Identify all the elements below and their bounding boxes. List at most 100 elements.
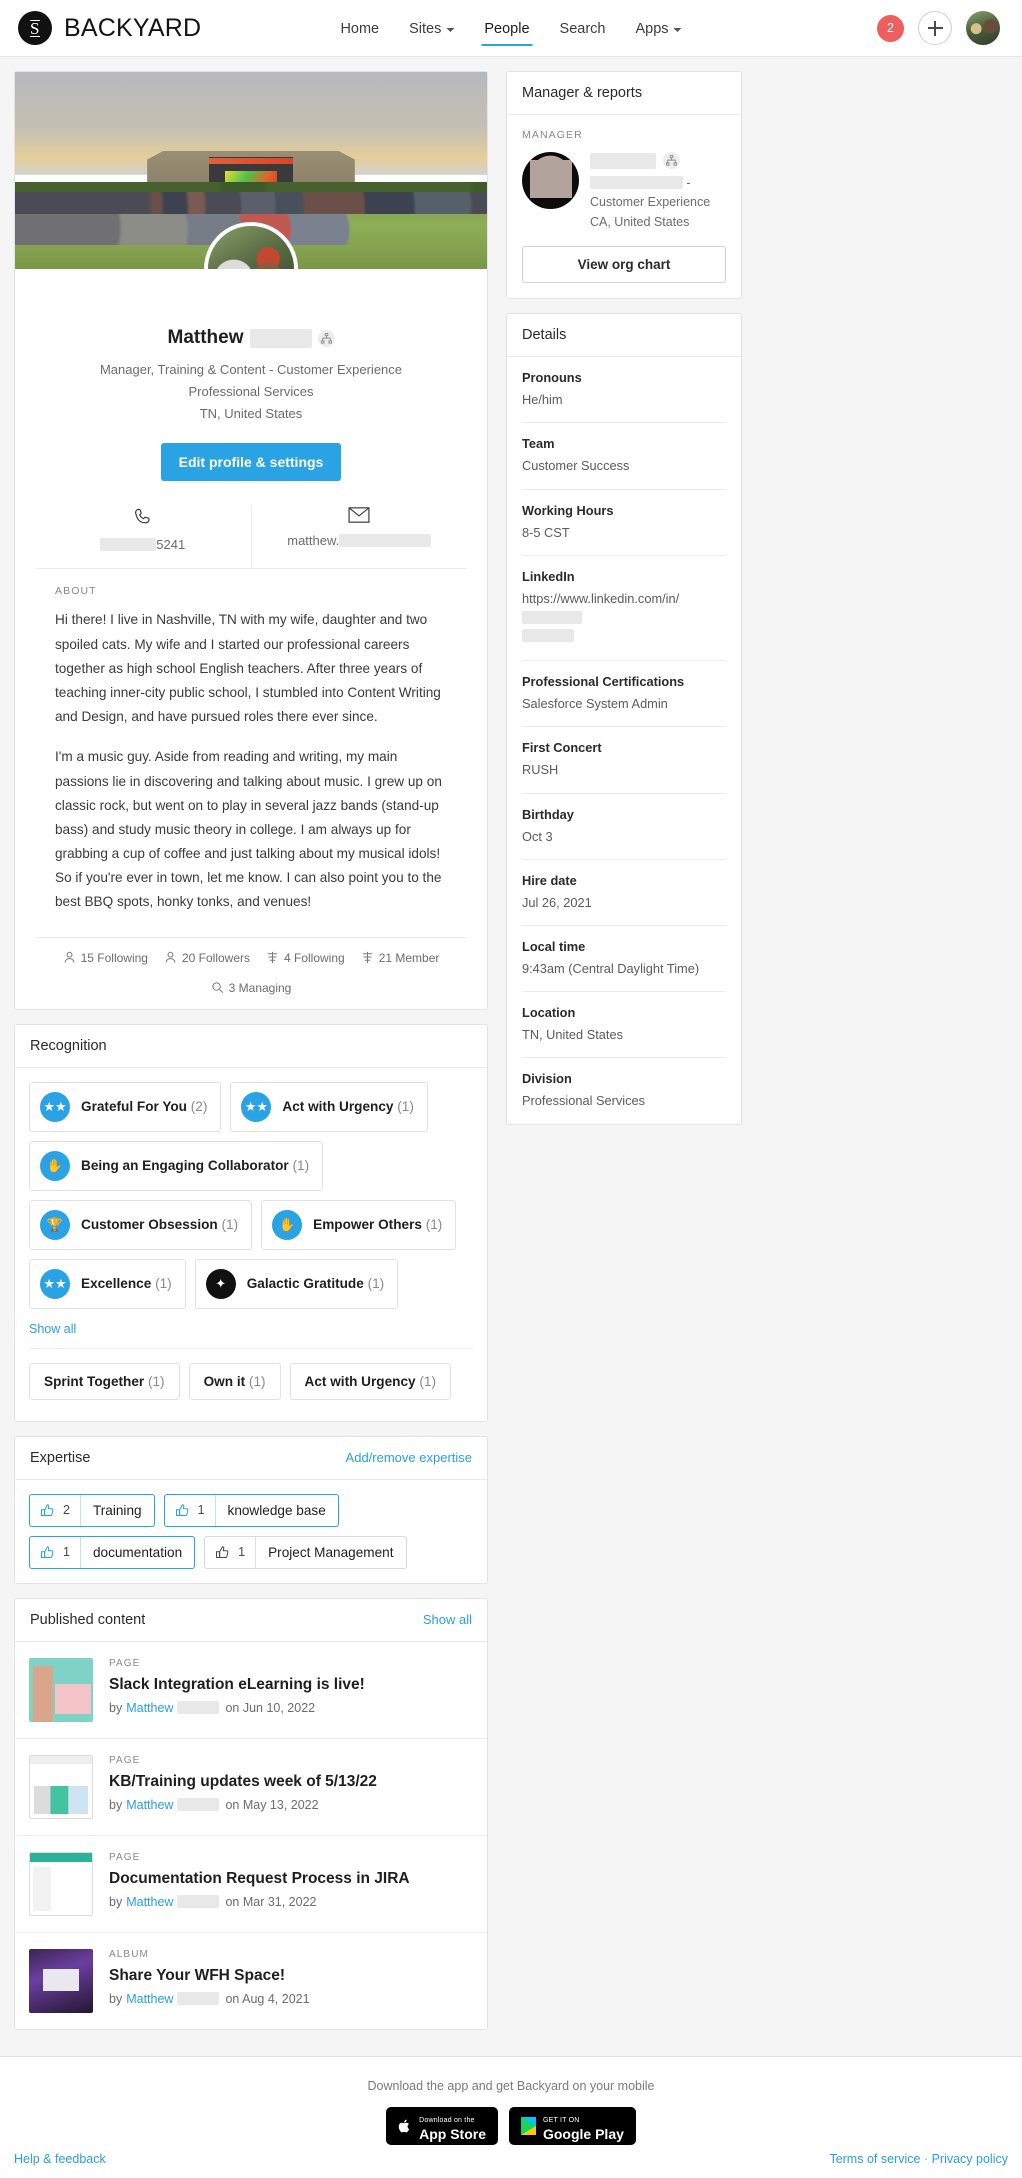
recognition-badge[interactable]: ★★ Grateful For You (2) [29, 1081, 222, 1132]
published-item[interactable]: PAGE Documentation Request Process in JI… [15, 1834, 487, 1932]
published-meta: PAGE KB/Training updates week of 5/13/22… [109, 1755, 473, 1812]
expertise-endorse-button[interactable]: 1 [165, 1494, 216, 1526]
person-icon [165, 951, 176, 963]
expertise-endorse-button[interactable]: 2 [30, 1494, 81, 1526]
trophy-icon: 🏆 [40, 1209, 70, 1240]
expertise-chip[interactable]: 1 knowledge base [163, 1493, 339, 1527]
org-chart-icon[interactable] [663, 152, 680, 169]
manager-info: - Customer Experience CA, United States [590, 152, 726, 232]
published-author-link[interactable]: Matthew [126, 1992, 173, 2006]
recognition-chip[interactable]: Sprint Together (1) [29, 1362, 180, 1400]
notification-badge[interactable]: 2 [877, 14, 904, 42]
published-author-link[interactable]: Matthew [126, 1895, 173, 1909]
view-org-chart-button[interactable]: View org chart [522, 246, 726, 284]
app-store-button[interactable]: Download on the App Store [386, 2106, 498, 2145]
details-list: Pronouns He/him Team Customer Success Wo… [507, 357, 741, 1123]
recognition-badge[interactable]: 🏆 Customer Obsession (1) [29, 1199, 253, 1250]
detail-value: TN, United States [522, 1027, 623, 1043]
expertise-endorse-button[interactable]: 1 [205, 1536, 257, 1568]
recognition-badge-label: Being an Engaging Collaborator (1) [81, 1158, 310, 1174]
stat-following-sites[interactable]: 4 Following [266, 951, 345, 965]
recognition-badge[interactable]: ✋ Empower Others (1) [261, 1199, 457, 1250]
recognition-divider [29, 1347, 473, 1349]
stat-label: 3 Managing [228, 980, 292, 995]
brand-logo[interactable]: S BACKYARD [18, 11, 201, 45]
apple-icon [398, 2118, 412, 2134]
privacy-policy-link[interactable]: Privacy policy [932, 2152, 1008, 2166]
nav-item-search[interactable]: Search [560, 0, 606, 56]
profile-avatar-image [208, 226, 294, 269]
published-kind: PAGE [109, 1657, 141, 1669]
stat-label: 4 Following [284, 950, 345, 965]
detail-key: Hire date [522, 872, 577, 888]
detail-key: Location [522, 1005, 576, 1021]
expertise-chip[interactable]: 1 Project Management [204, 1535, 407, 1569]
manager-name-redacted [590, 152, 656, 169]
help-feedback-link[interactable]: Help & feedback [14, 2152, 106, 2166]
published-author-link[interactable]: Matthew [126, 1798, 173, 1812]
published-kind: ALBUM [109, 1948, 149, 1960]
recognition-chip[interactable]: Own it (1) [188, 1362, 281, 1400]
phone-icon [132, 506, 154, 528]
manager-entry[interactable]: - Customer Experience CA, United States [522, 152, 726, 232]
published-show-all-link[interactable]: Show all [423, 1612, 472, 1627]
edit-profile-button[interactable]: Edit profile & settings [160, 443, 342, 482]
stat-managing[interactable]: 3 Managing [211, 980, 292, 995]
detail-row-first-concert: First Concert RUSH [522, 727, 726, 794]
nav-label-apps: Apps [635, 21, 669, 37]
manager-reports-body: MANAGER - Customer Experience CA, United… [507, 115, 741, 298]
nav-label-home: Home [340, 21, 380, 37]
org-chart-icon[interactable] [317, 329, 335, 347]
detail-value-linkedin[interactable]: https://www.linkedin.com/in/ [522, 589, 726, 648]
profile-department: Professional Services [188, 384, 314, 400]
published-item[interactable]: PAGE KB/Training updates week of 5/13/22… [15, 1737, 487, 1835]
detail-row-pronouns: Pronouns He/him [522, 357, 726, 424]
expertise-chip[interactable]: 1 documentation [29, 1535, 196, 1569]
detail-row-local-time: Local time 9:43am (Central Daylight Time… [522, 926, 726, 993]
nav-item-apps[interactable]: Apps [635, 0, 682, 56]
manager-avatar[interactable] [522, 152, 579, 209]
recognition-badge[interactable]: ✋ Being an Engaging Collaborator (1) [29, 1140, 324, 1191]
recognition-badge[interactable]: ✦ Galactic Gratitude (1) [194, 1258, 399, 1309]
add-remove-expertise-link[interactable]: Add/remove expertise [346, 1450, 472, 1465]
detail-value: Professional Services [522, 1093, 646, 1109]
nav-item-home[interactable]: Home [340, 0, 379, 56]
google-play-button[interactable]: GET IT ON Google Play [508, 2106, 636, 2145]
detail-value: Customer Success [522, 458, 630, 474]
stat-following-people[interactable]: 15 Following [63, 951, 148, 965]
published-byline: by Matthew on Mar 31, 2022 [109, 1894, 317, 1909]
recognition-chip[interactable]: Act with Urgency (1) [289, 1362, 451, 1400]
recognition-badge[interactable]: ★★ Act with Urgency (1) [230, 1081, 428, 1132]
published-item[interactable]: ALBUM Share Your WFH Space! by Matthew o… [15, 1931, 487, 2029]
terms-of-service-link[interactable]: Terms of service [829, 2152, 920, 2166]
detail-row-division: Division Professional Services [522, 1058, 726, 1123]
expertise-chip[interactable]: 2 Training [29, 1493, 155, 1527]
detail-key: Team [522, 436, 555, 452]
recognition-show-all-link[interactable]: Show all [29, 1322, 76, 1336]
phone-contact[interactable]: 5241 [35, 506, 251, 568]
phone-value: 5241 [100, 537, 185, 552]
stars-icon: ★★ [40, 1268, 70, 1299]
recognition-badge-label: Empower Others (1) [313, 1217, 443, 1233]
current-user-avatar[interactable] [966, 11, 1000, 45]
expertise-endorse-button[interactable]: 1 [30, 1536, 81, 1568]
about-section: ABOUT Hi there! I live in Nashville, TN … [35, 569, 467, 920]
stat-followers[interactable]: 20 Followers [164, 951, 250, 965]
detail-key: Birthday [522, 806, 574, 822]
nav-item-people[interactable]: People [481, 0, 533, 56]
email-contact[interactable]: matthew. [250, 506, 468, 569]
expertise-card: Expertise Add/remove expertise 2 Trainin… [14, 1435, 488, 1584]
footer-separator: · [923, 2151, 929, 2166]
nav-item-sites[interactable]: Sites [409, 0, 455, 56]
recognition-badge[interactable]: ★★ Excellence (1) [29, 1258, 186, 1309]
right-sidebar: Manager & reports MANAGER - Customer Exp… [506, 71, 742, 1125]
stat-member-sites[interactable]: 21 Member [361, 951, 439, 965]
app-store-text: Download on the App Store [419, 2109, 486, 2142]
expertise-count: 2 [63, 1503, 70, 1518]
detail-key: LinkedIn [522, 568, 575, 584]
published-item[interactable]: PAGE Slack Integration eLearning is live… [15, 1642, 487, 1738]
published-author-link[interactable]: Matthew [126, 1701, 173, 1715]
create-button[interactable] [918, 11, 952, 45]
stat-label: 15 Following [80, 950, 148, 965]
thumbs-up-icon [216, 1545, 229, 1558]
